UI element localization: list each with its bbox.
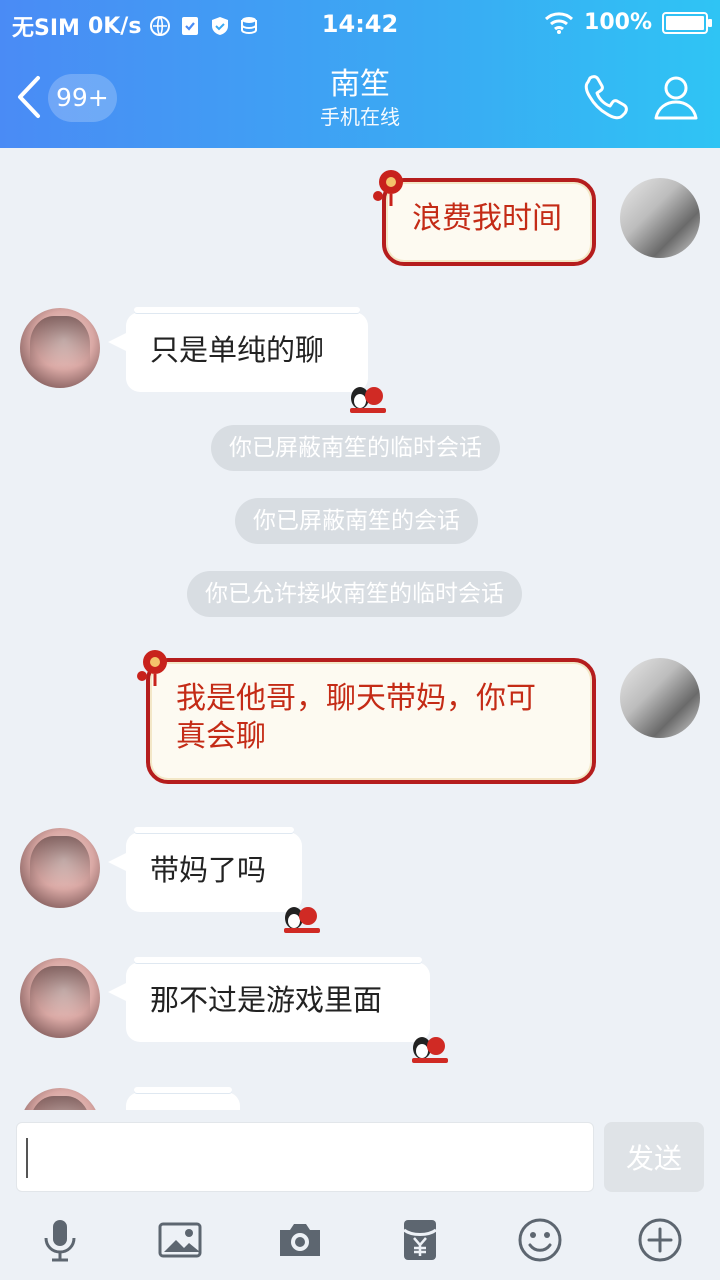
conversation-title: 南笙 手机在线	[160, 66, 560, 130]
my-avatar[interactable]	[620, 178, 700, 258]
message-text: 带妈了吗	[150, 853, 267, 887]
send-button[interactable]: 发送	[604, 1122, 704, 1192]
composer: 发送	[0, 1110, 720, 1280]
snow-decoration	[134, 827, 294, 833]
status-bar: 无SIM 0K/s 14:42 100%	[0, 0, 720, 50]
unread-count-badge[interactable]: 99+	[48, 74, 117, 122]
chinese-knot-icon	[137, 650, 167, 686]
wifi-icon	[545, 11, 574, 34]
snow-decoration	[134, 1087, 232, 1093]
composer-toolbar	[0, 1210, 720, 1270]
system-notice: 你已屏蔽南笙的临时会话	[211, 425, 500, 471]
my-message-bubble[interactable]: 浪费我时间	[373, 170, 596, 266]
battery-icon	[662, 11, 712, 34]
emoji-icon[interactable]	[516, 1216, 564, 1264]
contact-name: 南笙	[330, 67, 390, 102]
message-list[interactable]: 浪费我时间 只是单纯的聊 你已屏蔽南笙的临时会话 你已屏蔽南笙的会话 你已允许接…	[0, 148, 720, 1120]
penguin-sticker-icon	[350, 387, 386, 413]
contact-avatar[interactable]	[20, 958, 100, 1038]
microphone-icon[interactable]	[36, 1216, 84, 1264]
penguin-sticker-icon	[284, 907, 320, 933]
system-notice: 你已屏蔽南笙的会话	[235, 498, 478, 544]
message-text: 浪费我时间	[412, 201, 562, 236]
contact-avatar[interactable]	[20, 308, 100, 388]
penguin-sticker-icon	[412, 1037, 448, 1063]
my-message-bubble[interactable]: 我是他哥，聊天带妈，你可 真会聊	[137, 650, 596, 784]
contact-message-bubble[interactable]: 只是单纯的聊	[108, 307, 386, 413]
text-cursor	[26, 1138, 28, 1178]
message-text: 那不过是游戏里面	[150, 983, 383, 1017]
snow-decoration	[134, 307, 360, 313]
contact-online-status: 手机在线	[320, 105, 400, 129]
image-icon[interactable]	[156, 1216, 204, 1264]
app-header: 无SIM 0K/s 14:42 100% 99+ 南笙 手机在线	[0, 0, 720, 148]
message-text-line-2: 真会聊	[176, 719, 266, 754]
profile-icon[interactable]	[648, 70, 704, 126]
red-packet-icon[interactable]	[396, 1216, 444, 1264]
back-arrow-icon[interactable]	[14, 72, 44, 122]
phone-call-icon[interactable]	[578, 70, 634, 126]
contact-message-bubble[interactable]: 带妈了吗	[108, 827, 320, 933]
message-input[interactable]	[16, 1122, 594, 1192]
battery-percent: 100%	[584, 10, 652, 35]
plus-icon[interactable]	[636, 1216, 684, 1264]
status-right: 100%	[544, 10, 712, 35]
message-text: 只是单纯的聊	[150, 333, 325, 367]
contact-message-bubble[interactable]: 那不过是游戏里面	[108, 957, 448, 1063]
camera-icon[interactable]	[276, 1216, 324, 1264]
chinese-knot-icon	[373, 170, 403, 206]
snow-decoration	[134, 957, 422, 963]
system-notice: 你已允许接收南笙的临时会话	[187, 571, 522, 617]
my-avatar[interactable]	[620, 658, 700, 738]
message-text-line-1: 我是他哥，聊天带妈，你可	[176, 681, 536, 716]
contact-avatar[interactable]	[20, 828, 100, 908]
battery-fill	[666, 15, 704, 30]
